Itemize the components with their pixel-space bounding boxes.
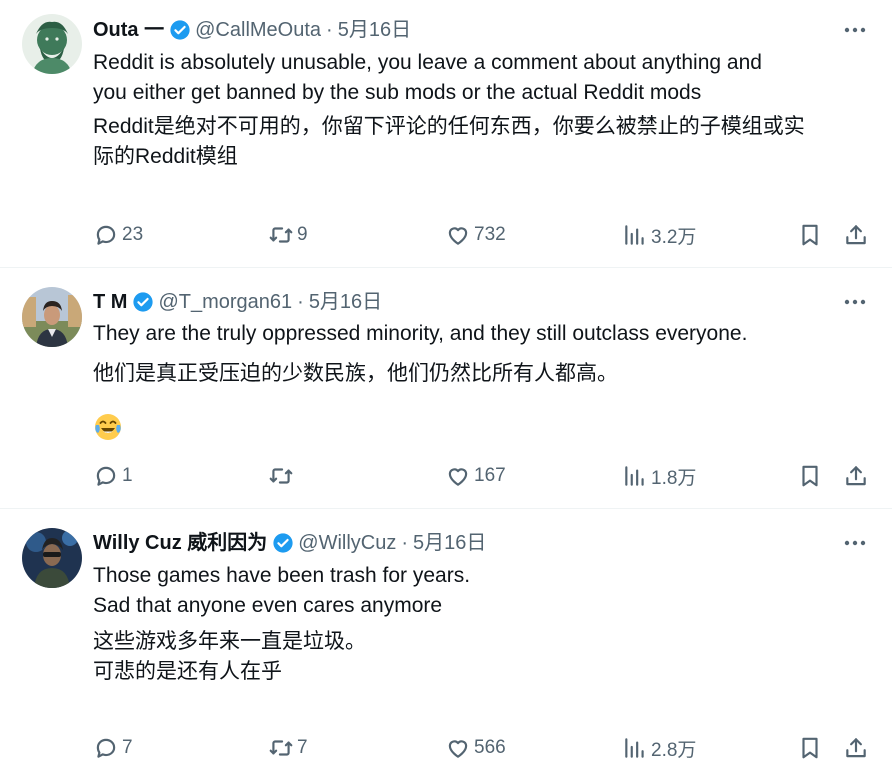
author-name[interactable]: Outa 一 — [93, 18, 164, 42]
bookmark-button[interactable] — [797, 220, 823, 250]
like-button[interactable]: 566 — [445, 733, 506, 763]
separator: · — [326, 19, 333, 41]
separator: · — [401, 532, 409, 554]
reply-button[interactable]: 23 — [93, 220, 143, 250]
views-icon — [625, 225, 644, 245]
retweet-count: 9 — [297, 224, 308, 245]
reply-count: 7 — [122, 737, 133, 758]
share-icon — [846, 225, 866, 245]
like-icon — [448, 740, 468, 758]
retweet-icon — [269, 740, 293, 756]
share-button[interactable] — [843, 733, 869, 763]
timestamp[interactable]: 5月16日 — [338, 18, 411, 42]
verified-badge-icon — [132, 291, 154, 313]
author-handle[interactable]: @CallMeOuta — [195, 18, 321, 42]
tweet[interactable]: Outa 一 @CallMeOuta · 5月16日 Reddit is abs… — [0, 0, 892, 268]
views-icon — [625, 738, 644, 758]
retweet-button[interactable]: 9 — [268, 220, 308, 250]
tweet-text: They are the truly oppressed minority, a… — [93, 319, 873, 389]
views-count: 1.8万 — [651, 467, 697, 489]
reply-icon — [96, 466, 116, 486]
translated-text: 这些游戏多年来一直是垃圾。 可悲的是还有人在乎 — [93, 630, 366, 683]
author-handle[interactable]: @WillyCuz — [298, 531, 396, 555]
action-bar: 23 9 732 3.2万 — [0, 220, 892, 250]
translated-text: Reddit是绝对不可用的，你留下评论的任何东西，你要么被禁止的子模组或实 际的… — [93, 115, 805, 168]
reply-button[interactable]: 1 — [93, 461, 133, 491]
retweet-icon — [269, 468, 293, 484]
reply-count: 23 — [122, 224, 144, 245]
retweet-button[interactable] — [268, 461, 297, 491]
tweet-text: Those games have been trash for years. S… — [93, 561, 873, 687]
tweet-body: Those games have been trash for years. S… — [93, 564, 471, 617]
tweet-text: Reddit is absolutely unusable, you leave… — [93, 48, 873, 172]
like-button[interactable]: 167 — [445, 461, 506, 491]
retweet-button[interactable]: 7 — [268, 733, 308, 763]
bookmark-icon — [802, 465, 818, 487]
verified-badge-icon — [169, 19, 191, 41]
tweet-body: They are the truly oppressed minority, a… — [93, 322, 748, 345]
author-name[interactable]: T M — [93, 290, 127, 314]
views-count: 2.8万 — [651, 739, 697, 761]
retweet-icon — [269, 227, 293, 243]
bookmark-icon — [802, 224, 818, 246]
more-options-icon[interactable] — [843, 290, 867, 314]
reply-button[interactable]: 7 — [93, 733, 133, 763]
views-icon — [625, 466, 644, 486]
share-icon — [846, 466, 866, 486]
like-button[interactable]: 732 — [445, 220, 506, 250]
translated-text: 他们是真正受压迫的少数民族，他们仍然比所有人都高。 — [93, 362, 618, 385]
more-options-icon[interactable] — [843, 18, 867, 42]
share-icon — [846, 738, 866, 758]
reply-count: 1 — [122, 465, 133, 486]
tweet-header: Willy Cuz 威利因为 @WillyCuz · 5月16日 — [93, 531, 486, 555]
views-button[interactable]: 1.8万 — [622, 461, 696, 491]
separator: · — [297, 291, 304, 313]
like-icon — [448, 468, 468, 486]
bookmark-icon — [802, 737, 818, 759]
views-count: 3.2万 — [651, 226, 697, 248]
timestamp[interactable]: 5月16日 — [413, 531, 486, 555]
views-button[interactable]: 2.8万 — [622, 733, 696, 763]
action-bar: 7 7 566 2.8万 — [0, 733, 892, 763]
avatar[interactable] — [22, 528, 82, 588]
timestamp[interactable]: 5月16日 — [309, 290, 382, 314]
tweet-header: Outa 一 @CallMeOuta · 5月16日 — [93, 18, 411, 42]
like-icon — [448, 227, 468, 245]
author-handle[interactable]: @T_morgan61 — [158, 290, 292, 314]
more-options-icon[interactable] — [843, 531, 867, 555]
avatar[interactable] — [22, 287, 82, 347]
tweet[interactable]: T M @T_morgan61 · 5月16日 They are the tru… — [0, 268, 892, 509]
tweet-body: Reddit is absolutely unusable, you leave… — [93, 51, 762, 104]
verified-badge-icon — [272, 532, 294, 554]
bookmark-button[interactable] — [797, 733, 823, 763]
reply-icon — [96, 225, 116, 245]
author-name[interactable]: Willy Cuz 威利因为 — [93, 531, 267, 555]
like-count: 732 — [474, 224, 506, 245]
like-count: 566 — [474, 737, 506, 758]
like-count: 167 — [474, 465, 506, 486]
avatar[interactable] — [22, 14, 82, 74]
laughing-tears-emoji — [93, 412, 123, 442]
action-bar: 1 167 1.8万 — [0, 461, 892, 491]
tweet[interactable]: Willy Cuz 威利因为 @WillyCuz · 5月16日 Those g… — [0, 509, 892, 774]
bookmark-button[interactable] — [797, 461, 823, 491]
share-button[interactable] — [843, 220, 869, 250]
share-button[interactable] — [843, 461, 869, 491]
views-button[interactable]: 3.2万 — [622, 220, 696, 250]
reply-icon — [96, 738, 116, 758]
tweet-header: T M @T_morgan61 · 5月16日 — [93, 290, 382, 314]
retweet-count: 7 — [297, 737, 308, 758]
